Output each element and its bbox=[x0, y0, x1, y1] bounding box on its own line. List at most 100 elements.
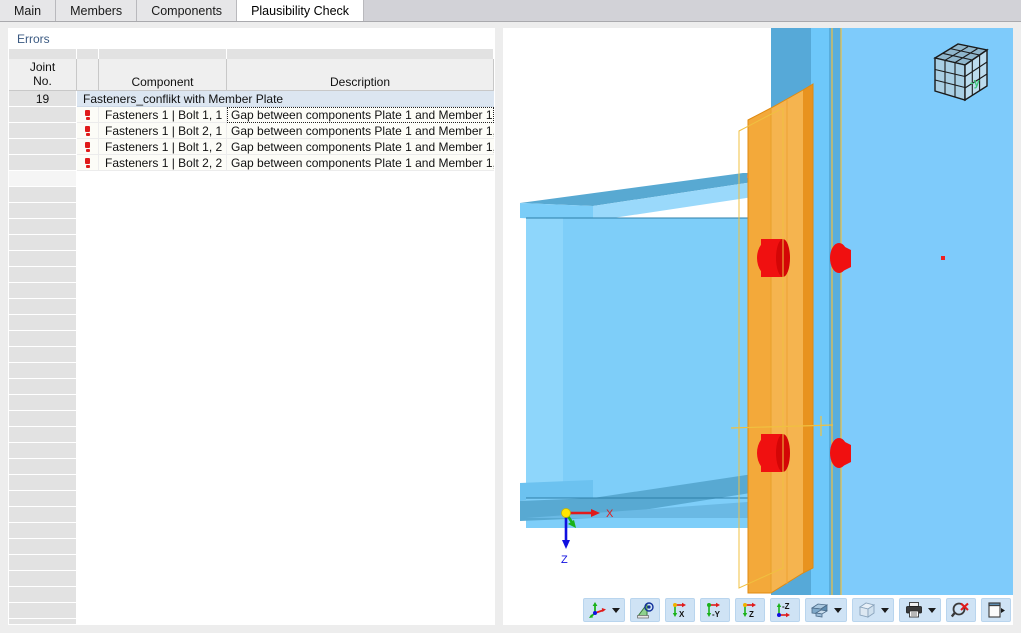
table-row-empty[interactable] bbox=[9, 619, 494, 624]
cell-description[interactable]: Gap between components Plate 1 and Membe… bbox=[227, 123, 494, 139]
render-mode-dropdown[interactable] bbox=[832, 599, 844, 621]
table-row-empty[interactable] bbox=[9, 427, 494, 443]
column-header-label: Component bbox=[131, 75, 194, 89]
cell-joint-no bbox=[9, 539, 77, 555]
cell-joint-no bbox=[9, 347, 77, 363]
panel-expand-icon bbox=[988, 602, 1005, 618]
table-row-empty[interactable] bbox=[9, 539, 494, 555]
view-neg-y-group: -Y bbox=[700, 598, 730, 622]
table-row-empty[interactable] bbox=[9, 555, 494, 571]
group-strip-component bbox=[99, 49, 227, 59]
cell-joint-no bbox=[9, 235, 77, 251]
table-row[interactable]: Fasteners 1 | Bolt 2, 1 Gap between compo… bbox=[9, 123, 494, 139]
table-row-empty[interactable] bbox=[9, 491, 494, 507]
render-mode-group bbox=[805, 598, 847, 622]
column-header-description[interactable]: Description bbox=[227, 59, 494, 90]
table-row-empty[interactable] bbox=[9, 363, 494, 379]
errors-table-body[interactable]: 19 Fasteners_conflikt with Member Plate Fa… bbox=[9, 91, 494, 624]
table-row[interactable]: Fasteners 1 | Bolt 1, 2 Gap between compo… bbox=[9, 139, 494, 155]
table-row-empty[interactable] bbox=[9, 379, 494, 395]
view-axes-button[interactable] bbox=[586, 599, 610, 621]
table-row-empty[interactable] bbox=[9, 443, 494, 459]
cell-empty bbox=[77, 235, 494, 251]
perspective-button[interactable] bbox=[633, 599, 657, 621]
view-direction-group bbox=[583, 598, 625, 622]
tab-components[interactable]: Components bbox=[137, 0, 238, 21]
table-row-empty[interactable] bbox=[9, 315, 494, 331]
error-icon bbox=[85, 126, 90, 136]
cell-joint-no bbox=[9, 459, 77, 475]
column-header-component[interactable]: Component bbox=[99, 59, 227, 90]
wireframe-dropdown[interactable] bbox=[879, 599, 891, 621]
tab-plausibility-check[interactable]: Plausibility Check bbox=[237, 0, 365, 21]
render-mode-button[interactable] bbox=[808, 599, 832, 621]
table-row-empty[interactable] bbox=[9, 411, 494, 427]
table-row-empty[interactable] bbox=[9, 507, 494, 523]
wireframe-button[interactable] bbox=[855, 599, 879, 621]
table-row-empty[interactable] bbox=[9, 603, 494, 619]
table-row-empty[interactable] bbox=[9, 171, 494, 187]
table-row-empty[interactable] bbox=[9, 267, 494, 283]
cell-empty bbox=[77, 347, 494, 363]
view-z-button[interactable]: Z bbox=[738, 599, 762, 621]
zoom-cancel-icon bbox=[951, 602, 969, 618]
navigation-cube[interactable]: -y bbox=[925, 38, 995, 108]
column-header-icon[interactable] bbox=[77, 59, 99, 90]
cell-joint-no bbox=[9, 587, 77, 603]
table-row-empty[interactable] bbox=[9, 251, 494, 267]
table-row-empty[interactable] bbox=[9, 347, 494, 363]
print-dropdown[interactable] bbox=[926, 599, 938, 621]
bolt-upper-left bbox=[757, 239, 790, 277]
cell-description[interactable]: Gap between components Plate 1 and Membe… bbox=[227, 139, 494, 155]
view-x-button[interactable]: X bbox=[668, 599, 692, 621]
cell-joint-no bbox=[9, 187, 77, 203]
table-row-empty[interactable] bbox=[9, 283, 494, 299]
table-row-empty[interactable] bbox=[9, 331, 494, 347]
perspective-group bbox=[630, 598, 660, 622]
print-button[interactable] bbox=[902, 599, 926, 621]
cell-description[interactable]: Gap between components Plate 1 and Membe… bbox=[227, 155, 494, 171]
view-axes-dropdown[interactable] bbox=[610, 599, 622, 621]
cell-empty bbox=[77, 571, 494, 587]
table-row[interactable]: Fasteners 1 | Bolt 2, 2 Gap between compo… bbox=[9, 155, 494, 171]
table-row-empty[interactable] bbox=[9, 299, 494, 315]
table-row-empty[interactable] bbox=[9, 571, 494, 587]
cell-description[interactable]: Gap between components Plate 1 and Membe… bbox=[227, 107, 494, 123]
cell-empty bbox=[77, 251, 494, 267]
table-row-empty[interactable] bbox=[9, 235, 494, 251]
axis-x-arrow bbox=[591, 509, 600, 517]
cell-joint-no bbox=[9, 523, 77, 539]
tab-bar: Main Members Components Plausibility Che… bbox=[0, 0, 1021, 22]
cell-status-icon bbox=[77, 155, 99, 171]
cell-empty bbox=[77, 203, 494, 219]
table-row-empty[interactable] bbox=[9, 475, 494, 491]
table-row[interactable]: Fasteners 1 | Bolt 1, 1 Gap between compo… bbox=[9, 107, 494, 123]
column-header-joint-no[interactable]: Joint No. bbox=[9, 59, 77, 90]
panel-toggle-button[interactable] bbox=[984, 599, 1008, 621]
view-neg-z-button[interactable]: -Z bbox=[773, 599, 797, 621]
table-group-strip bbox=[9, 49, 494, 59]
cell-empty bbox=[77, 299, 494, 315]
table-row-empty[interactable] bbox=[9, 587, 494, 603]
tab-label: Components bbox=[151, 3, 223, 18]
cell-empty bbox=[77, 171, 494, 187]
table-row-empty[interactable] bbox=[9, 459, 494, 475]
cell-empty bbox=[77, 603, 494, 619]
cell-empty bbox=[77, 491, 494, 507]
cell-empty bbox=[77, 331, 494, 347]
table-row-empty[interactable] bbox=[9, 395, 494, 411]
3d-viewport[interactable]: -y X Z bbox=[503, 28, 1013, 595]
table-row-empty[interactable] bbox=[9, 187, 494, 203]
zoom-reset-button[interactable] bbox=[949, 599, 973, 621]
cell-empty bbox=[77, 475, 494, 491]
table-row-empty[interactable] bbox=[9, 219, 494, 235]
table-header: Joint No. Component Description bbox=[9, 59, 494, 91]
cell-joint-no bbox=[9, 379, 77, 395]
axis-z-icon: Z bbox=[742, 602, 756, 619]
tab-members[interactable]: Members bbox=[56, 0, 138, 21]
table-row-empty[interactable] bbox=[9, 523, 494, 539]
table-row-empty[interactable] bbox=[9, 203, 494, 219]
table-row-group[interactable]: 19 Fasteners_conflikt with Member Plate bbox=[9, 91, 494, 107]
tab-main[interactable]: Main bbox=[0, 0, 57, 21]
view-neg-y-button[interactable]: -Y bbox=[703, 599, 727, 621]
